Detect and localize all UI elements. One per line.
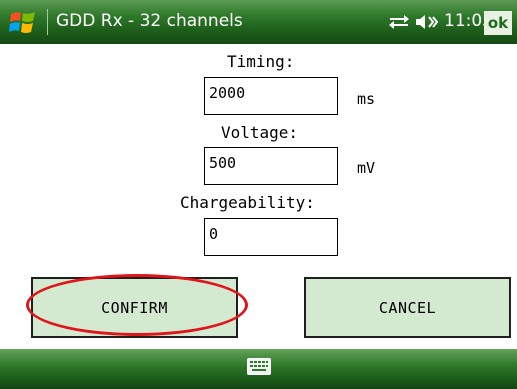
- chargeability-label: Chargeability:: [180, 193, 315, 212]
- connectivity-icon[interactable]: [387, 12, 411, 32]
- title-bar: GDD Rx - 32 channels 11:05 ok: [0, 0, 517, 44]
- keyboard-icon[interactable]: [247, 358, 271, 375]
- cancel-button[interactable]: CANCEL: [304, 277, 511, 338]
- timing-label: Timing:: [227, 52, 295, 71]
- app-title: GDD Rx - 32 channels: [56, 11, 243, 31]
- voltage-unit: mV: [357, 159, 376, 177]
- chargeability-input[interactable]: 0: [204, 218, 338, 256]
- voltage-input[interactable]: 500: [204, 147, 338, 185]
- confirm-highlight-ellipse: [26, 274, 248, 336]
- title-separator: [47, 9, 48, 35]
- timing-unit: ms: [357, 90, 376, 108]
- voltage-label: Voltage:: [221, 123, 299, 142]
- volume-icon[interactable]: [414, 12, 438, 32]
- ok-button[interactable]: ok: [484, 11, 512, 35]
- windows-start-icon[interactable]: [8, 7, 38, 37]
- timing-input[interactable]: 2000: [204, 77, 338, 115]
